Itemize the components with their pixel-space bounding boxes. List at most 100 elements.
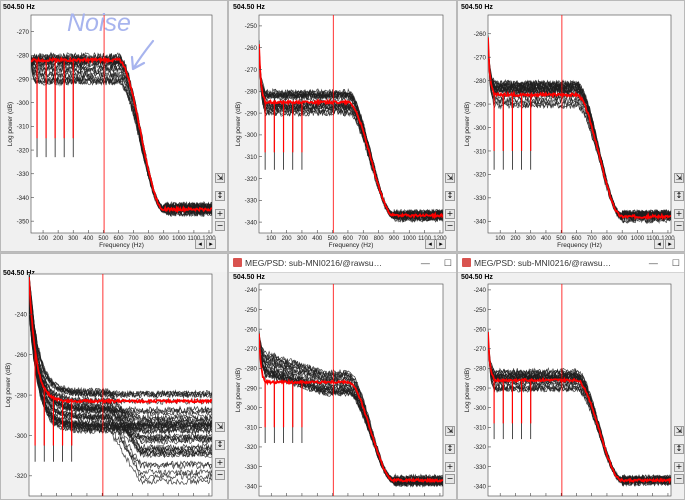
y-tick-label: -250	[245, 23, 258, 30]
y-tick-label: -320	[15, 473, 28, 480]
zoom-out-button[interactable]: −	[674, 474, 684, 484]
y-tick-label: -290	[474, 101, 487, 108]
x-tick-label: 200	[282, 236, 293, 242]
x-tick-label: 300	[297, 236, 308, 242]
y-tick-label: -240	[15, 312, 28, 319]
zoom-fit-button[interactable]: ↕	[445, 444, 455, 454]
properties-button[interactable]: ⇲	[215, 173, 225, 183]
scroll-right-button[interactable]: ▸	[436, 239, 446, 249]
psd-window-3: 504.50 Hz -260 -270 -280 -290 -300 -310 -320 -3…	[457, 0, 685, 252]
scroll-left-button[interactable]: ◂	[425, 239, 435, 249]
x-tick-label: 900	[159, 236, 170, 242]
x-tick-label: 300	[68, 236, 79, 242]
scroll-left-button[interactable]: ◂	[654, 239, 664, 249]
y-tick-label: -260	[474, 326, 487, 333]
zoom-fit-button[interactable]: ↕	[215, 440, 225, 450]
y-tick-label: -290	[17, 76, 30, 83]
y-tick-label: -340	[474, 219, 487, 226]
y-tick-label: -320	[474, 444, 487, 451]
y-tick-label: -330	[245, 198, 258, 205]
y-axis-label: Log power (dB)	[464, 368, 471, 412]
y-tick-label: -340	[245, 483, 258, 490]
y-tick-label: -260	[245, 326, 258, 333]
zoom-fit-button[interactable]: ↕	[445, 191, 455, 201]
y-tick-label: -320	[245, 444, 258, 451]
properties-button[interactable]: ⇲	[445, 426, 455, 436]
zoom-in-button[interactable]: +	[445, 462, 455, 472]
scroll-right-button[interactable]: ▸	[665, 239, 675, 249]
zoom-in-button[interactable]: +	[674, 209, 684, 219]
y-tick-label: -310	[245, 154, 258, 161]
zoom-in-button[interactable]: +	[215, 209, 225, 219]
zoom-in-button[interactable]: +	[674, 462, 684, 472]
y-tick-label: -270	[245, 67, 258, 74]
y-tick-label: -290	[474, 385, 487, 392]
x-tick-label: 100	[266, 236, 277, 242]
zoom-out-button[interactable]: −	[445, 474, 455, 484]
x-tick-label: 900	[617, 236, 628, 242]
y-tick-label: -300	[245, 405, 258, 412]
plot-area[interactable]	[30, 14, 213, 234]
y-tick-label: -330	[245, 464, 258, 471]
y-tick-label: -280	[245, 89, 258, 96]
psd-plot-2[interactable]: -250 -260 -270 -280 -290 -300 -310 -320 -330 -340…	[229, 1, 457, 252]
zoom-in-button[interactable]: +	[215, 458, 225, 468]
y-tick-label: -300	[15, 433, 28, 440]
x-tick-label: 400	[312, 236, 323, 242]
psd-plot-5[interactable]: -240 -250 -260 -270 -280 -290 -300 -310 -320 -330…	[229, 254, 457, 500]
y-tick-label: -290	[245, 110, 258, 117]
y-tick-label: -280	[245, 366, 258, 373]
y-tick-label: -340	[474, 483, 487, 490]
y-tick-label: -340	[17, 195, 30, 202]
zoom-fit-button[interactable]: ↕	[215, 191, 225, 201]
noise-annotation: Noise	[67, 9, 131, 37]
x-tick-label: 100	[495, 236, 506, 242]
y-tick-label: -280	[474, 78, 487, 85]
y-tick-label: -240	[474, 287, 487, 294]
y-tick-label: -290	[245, 385, 258, 392]
properties-button[interactable]: ⇲	[215, 422, 225, 432]
y-axis-label: Log power (dB)	[235, 368, 242, 412]
plot-area[interactable]	[487, 14, 672, 234]
x-tick-label: 1000	[172, 236, 186, 242]
y-tick-label: -320	[245, 176, 258, 183]
y-tick-label: -320	[17, 147, 30, 154]
psd-plot-1[interactable]: -270 -280 -290 -300 -310 -320 -330 -340 -350 100 2…	[1, 1, 228, 252]
plot-area[interactable]	[258, 14, 444, 234]
y-axis-label: Log power (dB)	[5, 363, 12, 407]
y-tick-label: -270	[474, 54, 487, 61]
zoom-out-button[interactable]: −	[674, 221, 684, 231]
zoom-in-button[interactable]: +	[445, 209, 455, 219]
y-tick-label: -310	[474, 425, 487, 432]
y-tick-label: -340	[245, 219, 258, 226]
zoom-out-button[interactable]: −	[445, 221, 455, 231]
y-tick-label: -350	[17, 218, 30, 225]
y-axis-label: Log power (dB)	[235, 102, 242, 146]
properties-button[interactable]: ⇲	[674, 173, 684, 183]
y-tick-label: -320	[474, 172, 487, 179]
plot-area[interactable]	[28, 273, 213, 497]
scroll-right-button[interactable]: ▸	[206, 239, 216, 249]
y-tick-label: -260	[245, 45, 258, 52]
properties-button[interactable]: ⇲	[445, 173, 455, 183]
x-tick-label: 200	[510, 236, 521, 242]
y-axis-label: Log power (dB)	[464, 102, 471, 146]
zoom-fit-button[interactable]: ↕	[674, 191, 684, 201]
y-tick-label: -300	[17, 100, 30, 107]
zoom-out-button[interactable]: −	[215, 221, 225, 231]
psd-plot-3[interactable]: -260 -270 -280 -290 -300 -310 -320 -330 -340 100 2…	[458, 1, 685, 252]
scroll-left-button[interactable]: ◂	[195, 239, 205, 249]
y-tick-label: -280	[17, 53, 30, 60]
x-tick-label: 800	[374, 236, 385, 242]
properties-button[interactable]: ⇲	[674, 426, 684, 436]
x-tick-label: 1000	[631, 236, 645, 242]
psd-plot-6[interactable]: -240 -250 -260 -270 -280 -290 -300 -310 -320 -330…	[458, 254, 685, 500]
y-tick-label: -270	[245, 346, 258, 353]
zoom-out-button[interactable]: −	[215, 470, 225, 480]
y-tick-label: -300	[474, 405, 487, 412]
zoom-fit-button[interactable]: ↕	[674, 444, 684, 454]
y-tick-label: -270	[474, 346, 487, 353]
y-tick-label: -250	[474, 307, 487, 314]
psd-plot-4[interactable]: -240-260-280-300-32010020030040050060070…	[1, 254, 228, 500]
y-tick-label: -240	[245, 287, 258, 294]
